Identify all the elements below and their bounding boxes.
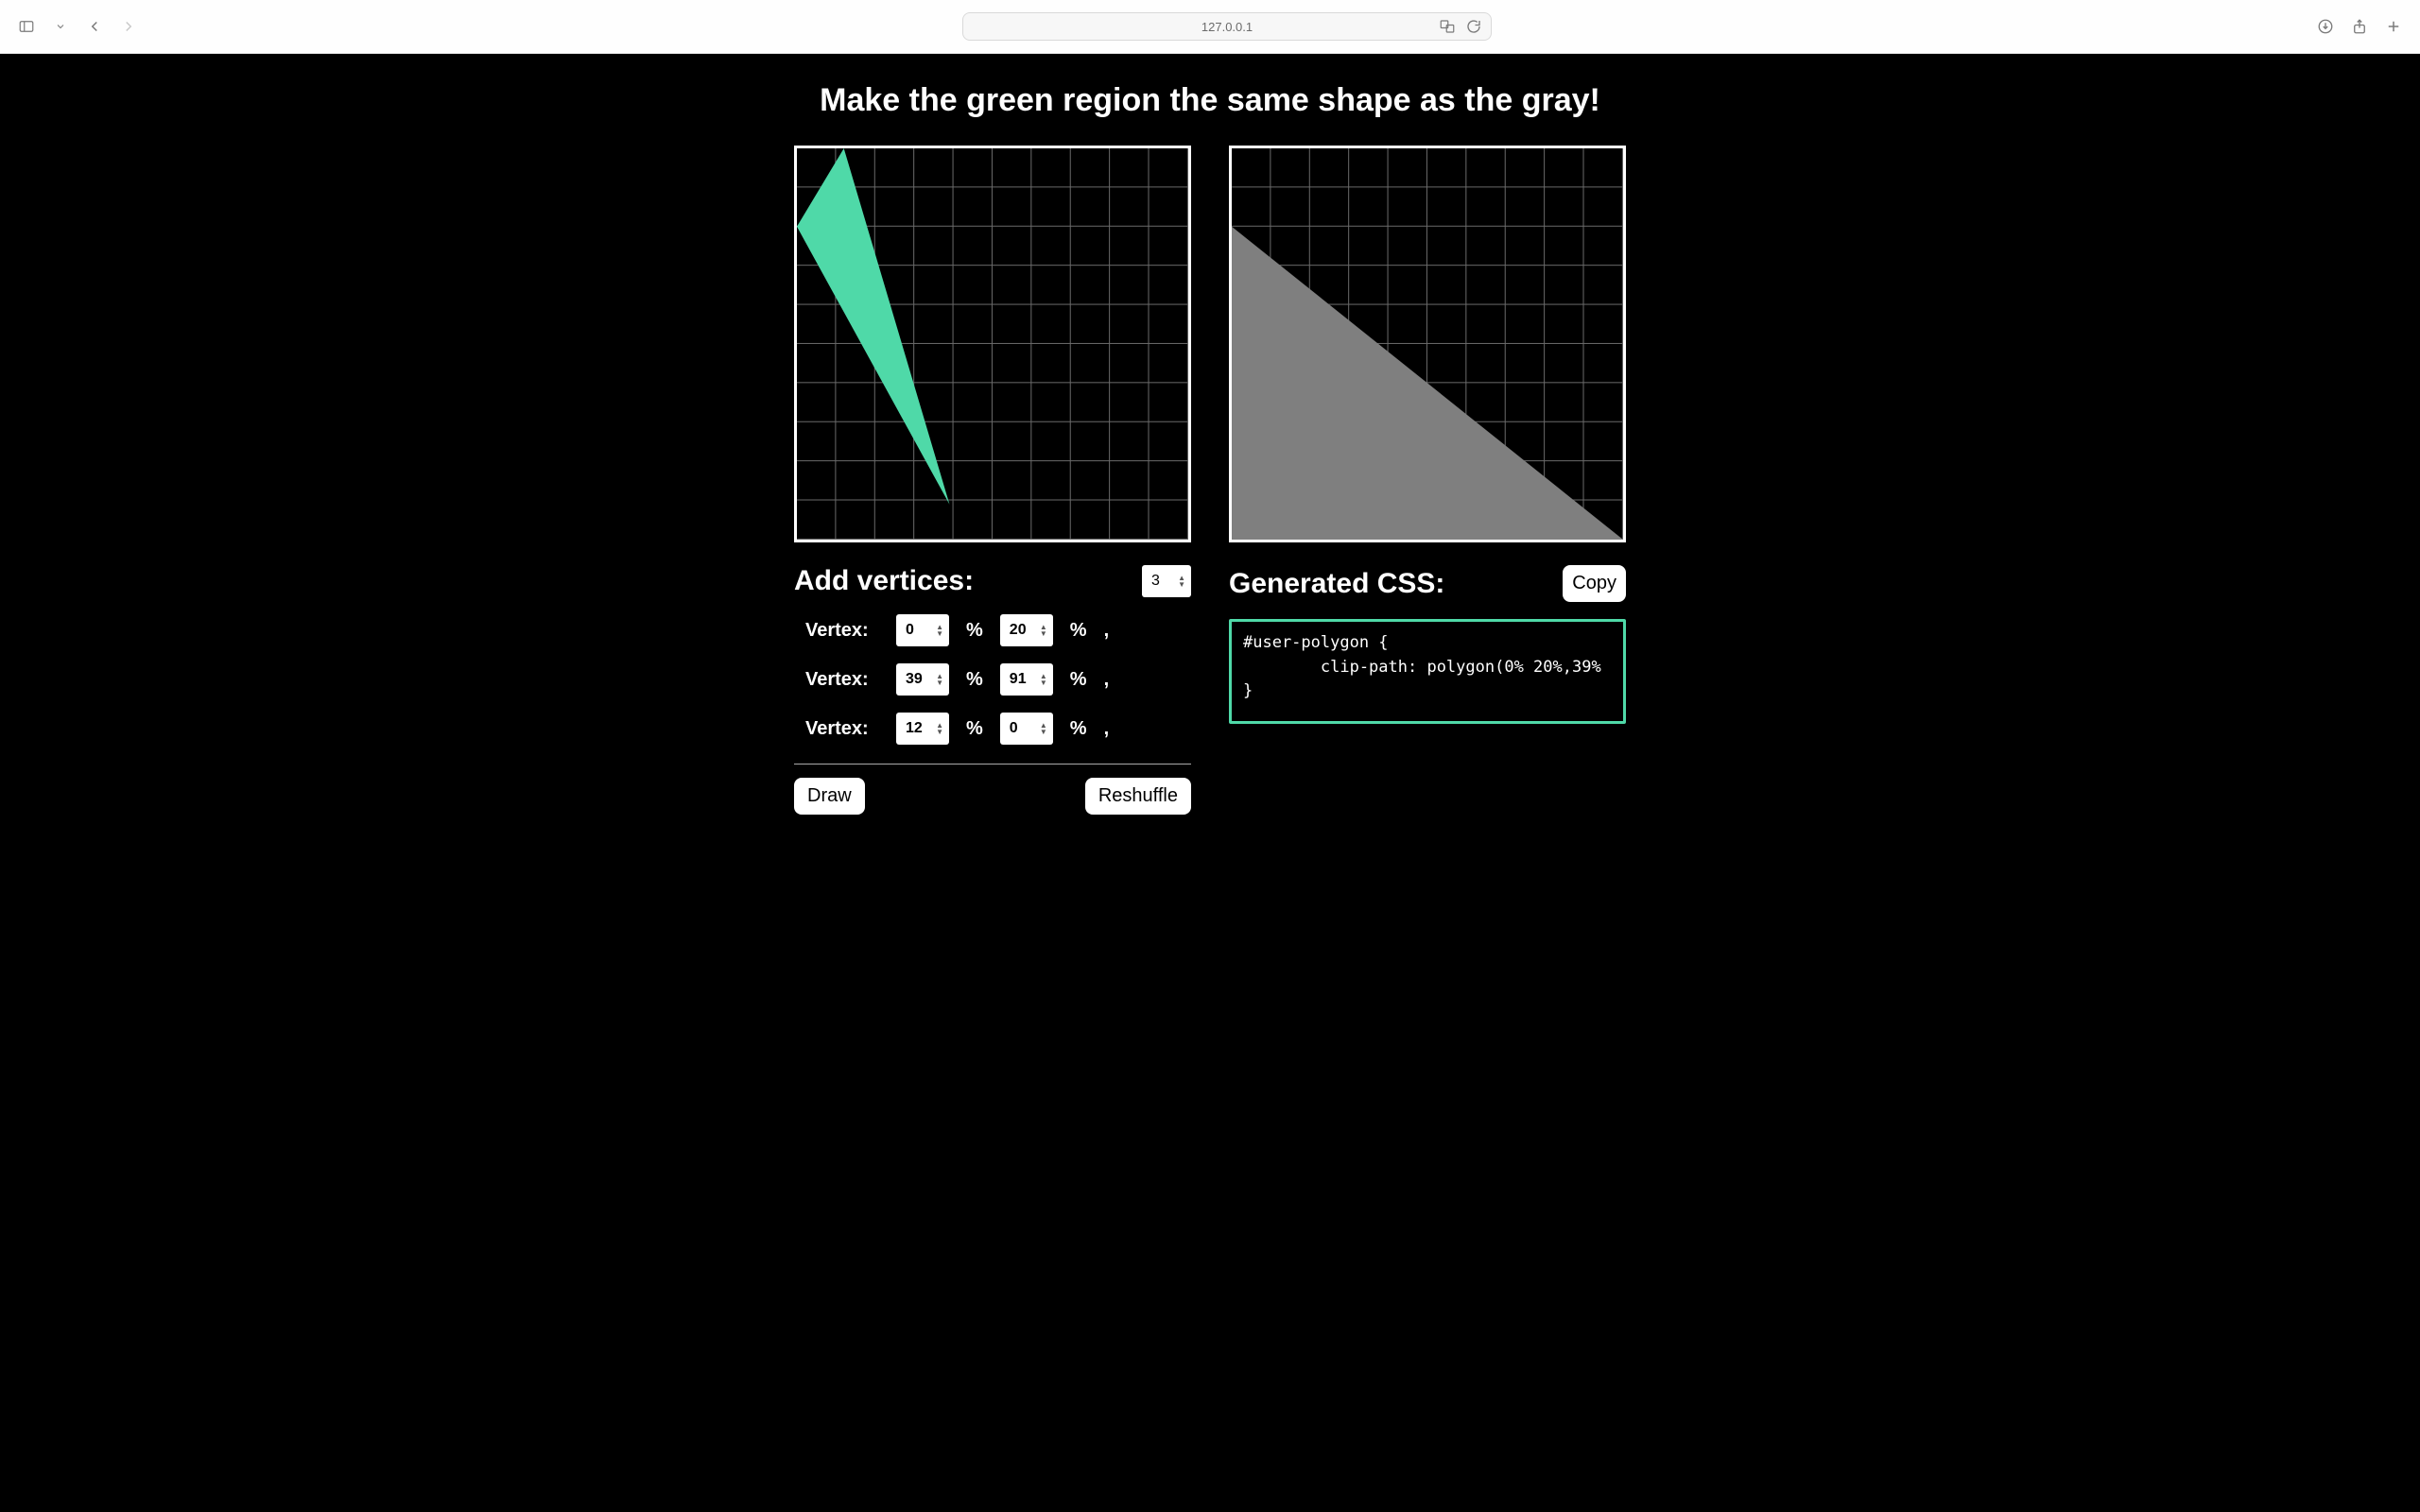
translate-icon[interactable]	[1438, 17, 1457, 36]
vertex-label: Vertex:	[805, 718, 879, 740]
vertex-x-input[interactable]: 12 ▲▼	[896, 713, 949, 745]
reload-icon[interactable]	[1464, 17, 1483, 36]
right-column: Generated CSS: Copy #user-polygon { clip…	[1229, 146, 1626, 724]
comma-label: ,	[1104, 718, 1110, 740]
stepper-arrows-icon[interactable]: ▲▼	[936, 624, 943, 637]
nav-back-icon[interactable]	[85, 17, 104, 36]
stepper-arrows-icon[interactable]: ▲▼	[1040, 722, 1047, 735]
divider	[794, 764, 1191, 765]
percent-label: %	[966, 718, 983, 740]
vertex-row: Vertex: 39 ▲▼ % 91 ▲▼ % ,	[805, 663, 1191, 696]
vertex-row: Vertex: 0 ▲▼ % 20 ▲▼ % ,	[805, 614, 1191, 646]
comma-label: ,	[1104, 620, 1110, 642]
nav-forward-icon	[119, 17, 138, 36]
percent-label: %	[966, 620, 983, 642]
user-board[interactable]	[794, 146, 1191, 542]
percent-label: %	[966, 669, 983, 691]
vertex-x-input[interactable]: 0 ▲▼	[896, 614, 949, 646]
generated-css-heading: Generated CSS:	[1229, 568, 1444, 600]
generated-css-output[interactable]: #user-polygon { clip-path: polygon(0% 20…	[1229, 619, 1626, 724]
vertex-y-input[interactable]: 0 ▲▼	[1000, 713, 1053, 745]
left-column: Add vertices: 3 ▲▼ Vertex: 0 ▲▼ % 20	[794, 146, 1191, 815]
stepper-arrows-icon[interactable]: ▲▼	[1178, 575, 1185, 588]
vertex-count-value: 3	[1151, 573, 1160, 590]
percent-label: %	[1070, 620, 1087, 642]
vertex-y-input[interactable]: 20 ▲▼	[1000, 614, 1053, 646]
stepper-arrows-icon[interactable]: ▲▼	[1040, 673, 1047, 686]
vertices-list: Vertex: 0 ▲▼ % 20 ▲▼ % , Vertex:	[794, 614, 1191, 745]
share-icon[interactable]	[2350, 17, 2369, 36]
copy-button[interactable]: Copy	[1563, 565, 1626, 602]
page-body: Make the green region the same shape as …	[0, 54, 2420, 1512]
vertex-y-input[interactable]: 91 ▲▼	[1000, 663, 1053, 696]
percent-label: %	[1070, 718, 1087, 740]
vertex-label: Vertex:	[805, 669, 879, 691]
address-bar[interactable]: 127.0.0.1	[962, 12, 1492, 41]
user-polygon	[797, 148, 1188, 540]
stepper-arrows-icon[interactable]: ▲▼	[936, 673, 943, 686]
downloads-icon[interactable]	[2316, 17, 2335, 36]
percent-label: %	[1070, 669, 1087, 691]
reshuffle-button[interactable]: Reshuffle	[1085, 778, 1191, 815]
draw-button[interactable]: Draw	[794, 778, 865, 815]
browser-toolbar: 127.0.0.1	[0, 0, 2420, 54]
address-url: 127.0.0.1	[1201, 20, 1253, 34]
vertex-x-input[interactable]: 39 ▲▼	[896, 663, 949, 696]
vertex-count-stepper[interactable]: 3 ▲▼	[1142, 565, 1191, 597]
stepper-arrows-icon[interactable]: ▲▼	[1040, 624, 1047, 637]
vertex-row: Vertex: 12 ▲▼ % 0 ▲▼ % ,	[805, 713, 1191, 745]
new-tab-icon[interactable]	[2384, 17, 2403, 36]
page-title: Make the green region the same shape as …	[820, 82, 1600, 119]
vertex-label: Vertex:	[805, 620, 879, 642]
target-polygon	[1232, 148, 1623, 540]
stepper-arrows-icon[interactable]: ▲▼	[936, 722, 943, 735]
add-vertices-heading: Add vertices:	[794, 565, 974, 597]
comma-label: ,	[1104, 669, 1110, 691]
chevron-down-icon[interactable]	[51, 17, 70, 36]
sidebar-toggle-icon[interactable]	[17, 17, 36, 36]
target-board	[1229, 146, 1626, 542]
